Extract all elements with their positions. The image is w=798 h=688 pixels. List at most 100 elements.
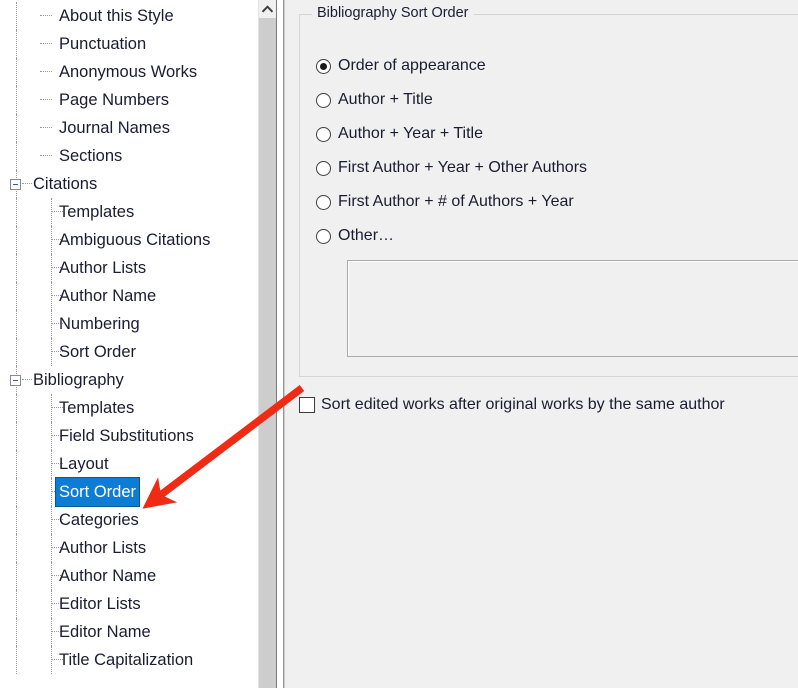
tree-guide-line [16, 198, 18, 226]
tree-item-label: Layout [59, 455, 109, 473]
tree-guide-line [51, 590, 53, 618]
tree-item-anonymous-works[interactable]: Anonymous Works [0, 58, 258, 86]
tree-item-label: About this Style [59, 7, 174, 25]
tree-item-numbering[interactable]: Numbering [0, 310, 258, 338]
radio-option-5[interactable]: First Author + # of Authors + Year [316, 185, 790, 219]
tree-guide-line [51, 226, 53, 254]
scrollbar-thumb[interactable] [259, 18, 276, 688]
radio-option-3[interactable]: Author + Year + Title [316, 117, 790, 151]
tree-guide-line [16, 394, 18, 422]
tree-item-punctuation[interactable]: Punctuation [0, 30, 258, 58]
tree-item-templates[interactable]: Templates [0, 198, 258, 226]
tree-guide-line [16, 338, 18, 366]
tree-item-author-name[interactable]: Author Name [0, 562, 258, 590]
tree-guide-line [16, 58, 18, 86]
tree-item-sort-order[interactable]: Sort Order [0, 477, 258, 507]
tree-item-field-substitutions[interactable]: Field Substitutions [0, 422, 258, 450]
tree-connector [40, 15, 52, 16]
tree-guide-line [16, 2, 18, 30]
tree-item-label: Editor Name [59, 623, 151, 641]
tree-guide-line [16, 534, 18, 562]
tree-guide-line [51, 450, 53, 478]
tree-item-journal-names[interactable]: Journal Names [0, 114, 258, 142]
tree-guide-line [51, 394, 53, 422]
radio-option-label: Author + Title [338, 91, 433, 108]
tree-guide-line [16, 422, 18, 450]
tree-guide-line [51, 254, 53, 282]
sort-order-settings-panel: Bibliography Sort Order Order of appeara… [284, 0, 798, 688]
tree-item-author-lists[interactable]: Author Lists [0, 254, 258, 282]
sort-edited-works-checkbox-row[interactable]: Sort edited works after original works b… [299, 396, 725, 414]
tree-guide-line [16, 590, 18, 618]
tree-item-ambiguous-citations[interactable]: Ambiguous Citations [0, 226, 258, 254]
tree-item-categories[interactable]: Categories [0, 506, 258, 534]
tree-guide-line [16, 226, 18, 254]
style-navigation-tree[interactable]: About this Style Punctuation Anonymous Wor… [0, 0, 258, 688]
tree-item-about-this-style[interactable]: About this Style [0, 2, 258, 30]
tree-item-bibliography[interactable]: Bibliography [0, 366, 258, 394]
radio-option-1[interactable]: Order of appearance [316, 49, 790, 83]
tree-connector [40, 71, 52, 72]
tree-guide-line [16, 562, 18, 590]
tree-guide-line [51, 562, 53, 590]
tree-connector [40, 155, 52, 156]
other-sort-order-textbox[interactable] [347, 260, 798, 357]
tree-guide-line [51, 422, 53, 450]
tree-item-label: Categories [59, 511, 139, 529]
tree-item-label: Sort Order [54, 477, 141, 507]
radio-option-label: Order of appearance [338, 57, 486, 74]
tree-item-label: Field Substitutions [59, 427, 194, 445]
tree-guide-line [51, 310, 53, 338]
tree-item-citations[interactable]: Citations [0, 170, 258, 198]
radio-button[interactable] [316, 160, 331, 176]
collapse-minus-icon[interactable] [10, 375, 21, 386]
tree-guide-line [16, 506, 18, 534]
radio-button[interactable] [316, 126, 331, 142]
sort-order-radio-group[interactable]: Order of appearance Author + Title Author … [316, 49, 790, 253]
tree-guide-line [51, 338, 53, 366]
tree-guide-line [16, 282, 18, 310]
tree-item-editor-name[interactable]: Editor Name [0, 618, 258, 646]
radio-button[interactable] [316, 228, 331, 244]
tree-item-label: Ambiguous Citations [59, 231, 211, 249]
radio-button-selected[interactable] [316, 58, 331, 74]
panel-splitter[interactable] [276, 0, 284, 688]
radio-option-label: Author + Year + Title [338, 125, 483, 142]
sort-edited-works-checkbox[interactable] [299, 397, 315, 413]
tree-connector [40, 99, 52, 100]
tree-item-sections[interactable]: Sections [0, 142, 258, 170]
tree-item-author-name[interactable]: Author Name [0, 282, 258, 310]
tree-item-label: Author Lists [59, 539, 147, 557]
tree-item-label: Title Capitalization [59, 651, 194, 669]
scroll-up-button[interactable] [259, 0, 276, 17]
tree-item-layout[interactable]: Layout [0, 450, 258, 478]
tree-item-label: Templates [59, 203, 135, 221]
tree-guide-line [16, 254, 18, 282]
tree-item-label: Page Numbers [59, 91, 170, 109]
tree-item-label: Bibliography [33, 371, 124, 389]
style-manager-window: About this Style Punctuation Anonymous Wor… [0, 0, 798, 688]
tree-guide-line [16, 86, 18, 114]
tree-item-editor-lists[interactable]: Editor Lists [0, 590, 258, 618]
tree-guide-line [51, 506, 53, 534]
tree-item-page-numbers[interactable]: Page Numbers [0, 86, 258, 114]
radio-button[interactable] [316, 194, 331, 210]
tree-item-sort-order[interactable]: Sort Order [0, 338, 258, 366]
tree-item-author-lists[interactable]: Author Lists [0, 534, 258, 562]
radio-option-6[interactable]: Other… [316, 219, 790, 253]
tree-item-title-capitalization[interactable]: Title Capitalization [0, 646, 258, 674]
radio-option-4[interactable]: First Author + Year + Other Authors [316, 151, 790, 185]
tree-item-label: Punctuation [59, 35, 147, 53]
radio-button[interactable] [316, 92, 331, 108]
radio-option-label: First Author + Year + Other Authors [338, 159, 588, 176]
tree-item-label: Author Lists [59, 259, 147, 277]
tree-guide-line [16, 450, 18, 478]
collapse-minus-icon[interactable] [10, 179, 21, 190]
tree-guide-line [16, 478, 18, 506]
tree-guide-line [16, 114, 18, 142]
tree-item-label: Author Name [59, 567, 157, 585]
tree-vertical-scrollbar[interactable] [258, 0, 276, 688]
tree-guide-line [51, 198, 53, 226]
tree-item-templates[interactable]: Templates [0, 394, 258, 422]
radio-option-2[interactable]: Author + Title [316, 83, 790, 117]
